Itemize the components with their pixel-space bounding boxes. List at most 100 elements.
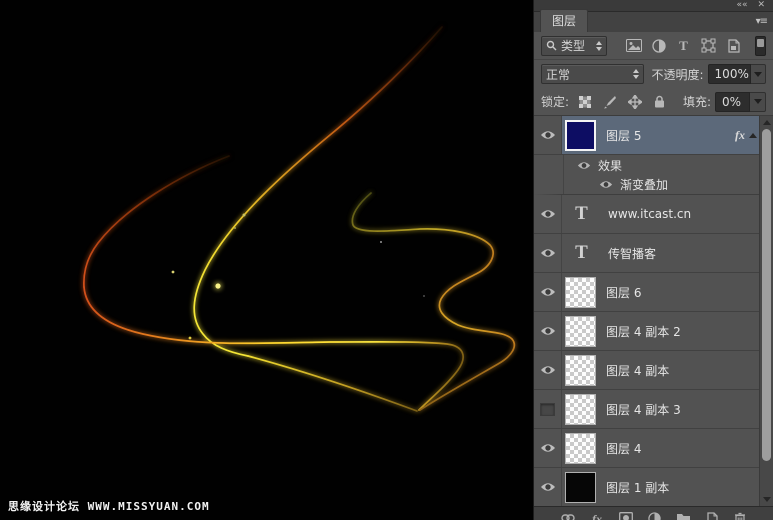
fill-value: 0% bbox=[722, 95, 741, 109]
scroll-down-icon[interactable] bbox=[763, 497, 771, 502]
opacity-input[interactable]: 100% bbox=[708, 64, 751, 84]
filter-type-layers-icon[interactable]: T bbox=[673, 36, 694, 56]
filter-switch-toggle[interactable] bbox=[755, 36, 766, 56]
visibility-toggle[interactable] bbox=[534, 273, 562, 311]
visibility-toggle[interactable] bbox=[534, 116, 562, 154]
new-layer-icon[interactable] bbox=[706, 512, 719, 520]
layer-name[interactable]: 图层 4 副本 bbox=[606, 362, 669, 379]
visibility-toggle[interactable] bbox=[534, 195, 562, 233]
effects-visibility-toggle[interactable] bbox=[577, 161, 591, 170]
layers-panel-bottom-bar: fx bbox=[534, 506, 773, 520]
text-layer-thumbnail[interactable]: T bbox=[565, 203, 598, 225]
eye-icon bbox=[540, 287, 556, 297]
chevron-updown-icon bbox=[627, 69, 639, 79]
lock-all-padlock-icon[interactable] bbox=[649, 92, 670, 112]
filter-type-label: 类型 bbox=[561, 37, 585, 54]
svg-text:T: T bbox=[679, 39, 688, 52]
collapse-panel-icon[interactable]: «« bbox=[736, 1, 747, 10]
chevron-updown-icon bbox=[590, 41, 602, 51]
layers-list: 图层 5 fx 效果 渐变叠加 bbox=[534, 116, 773, 506]
collapse-effects-icon[interactable] bbox=[749, 133, 757, 138]
add-layer-style-icon[interactable]: fx bbox=[590, 512, 604, 520]
eye-icon bbox=[577, 161, 591, 170]
photoshop-window: 思缘设计论坛 WWW.MISSYUAN.COM «« ✕ 图层 ▾≡ 类型 bbox=[0, 0, 773, 520]
layer-name[interactable]: 图层 1 副本 bbox=[606, 479, 669, 496]
layer-row-itcast[interactable]: T www.itcast.cn bbox=[534, 195, 773, 234]
layer-row-layer5[interactable]: 图层 5 fx bbox=[534, 116, 773, 155]
lock-pixels-brush-icon[interactable] bbox=[599, 92, 620, 112]
visibility-toggle-off[interactable] bbox=[534, 390, 562, 428]
layer-row-layer4[interactable]: 图层 4 bbox=[534, 429, 773, 468]
close-panel-icon[interactable]: ✕ bbox=[757, 1, 765, 10]
opacity-dropdown-button[interactable] bbox=[751, 64, 766, 84]
layer-thumbnail[interactable] bbox=[565, 120, 596, 151]
filter-adjustment-layers-icon[interactable] bbox=[648, 36, 669, 56]
svg-text:fx: fx bbox=[592, 512, 602, 520]
fill-dropdown-button[interactable] bbox=[750, 92, 766, 112]
fill-input[interactable]: 0% bbox=[715, 92, 750, 112]
light-painting-artwork bbox=[0, 0, 533, 520]
layer-row-layer6[interactable]: 图层 6 bbox=[534, 273, 773, 312]
visibility-toggle[interactable] bbox=[534, 429, 562, 467]
layer-thumbnail[interactable] bbox=[565, 316, 596, 347]
tab-layers[interactable]: 图层 bbox=[540, 9, 588, 32]
text-layer-thumbnail[interactable]: T bbox=[565, 242, 598, 264]
layer-row-layer4copy3[interactable]: 图层 4 副本 3 bbox=[534, 390, 773, 429]
add-layer-mask-icon[interactable] bbox=[619, 512, 633, 520]
eye-icon bbox=[540, 248, 556, 258]
layer-row-chuanzhi[interactable]: T 传智播客 bbox=[534, 234, 773, 273]
layer-thumbnail[interactable] bbox=[565, 394, 596, 425]
panel-menu-icon[interactable]: ▾≡ bbox=[756, 16, 767, 27]
effects-header-label: 效果 bbox=[598, 157, 622, 174]
opacity-label: 不透明度: bbox=[652, 66, 704, 83]
visibility-toggle[interactable] bbox=[534, 234, 562, 272]
lock-position-move-icon[interactable] bbox=[624, 92, 645, 112]
eye-icon bbox=[540, 130, 556, 140]
layer-name[interactable]: www.itcast.cn bbox=[608, 207, 691, 221]
new-group-folder-icon[interactable] bbox=[676, 512, 691, 520]
layer-name[interactable]: 传智播客 bbox=[608, 245, 656, 262]
layer-thumbnail[interactable] bbox=[565, 355, 596, 386]
watermark-site: 思缘设计论坛 bbox=[8, 500, 80, 513]
layer-row-layer4copy2[interactable]: 图层 4 副本 2 bbox=[534, 312, 773, 351]
effect-visibility-toggle[interactable] bbox=[599, 180, 613, 189]
layer-name[interactable]: 图层 4 副本 2 bbox=[606, 323, 681, 340]
lock-transparency-icon[interactable] bbox=[574, 92, 595, 112]
effects-header-row[interactable]: 效果 bbox=[534, 155, 773, 175]
layer-name[interactable]: 图层 5 bbox=[606, 127, 641, 144]
light-streak-main-swoosh bbox=[194, 27, 442, 356]
eye-icon bbox=[599, 180, 613, 189]
light-streak-right-wave bbox=[352, 193, 514, 410]
blend-mode-select[interactable]: 正常 bbox=[541, 64, 644, 84]
scroll-up-icon[interactable] bbox=[763, 120, 771, 125]
layer-filter-bar: 类型 T bbox=[534, 32, 773, 60]
effect-item-row[interactable]: 渐变叠加 bbox=[534, 175, 773, 195]
layer-thumbnail[interactable] bbox=[565, 277, 596, 308]
layer-name[interactable]: 图层 4 副本 3 bbox=[606, 401, 681, 418]
filter-type-dropdown[interactable]: 类型 bbox=[541, 36, 607, 56]
vertical-scrollbar[interactable] bbox=[759, 116, 773, 506]
layer-row-layer4copy[interactable]: 图层 4 副本 bbox=[534, 351, 773, 390]
visibility-toggle[interactable] bbox=[534, 351, 562, 389]
visibility-toggle[interactable] bbox=[534, 312, 562, 350]
layer-name[interactable]: 图层 4 bbox=[606, 440, 641, 457]
eye-icon bbox=[540, 209, 556, 219]
filter-pixel-layers-icon[interactable] bbox=[623, 36, 644, 56]
layer-thumbnail[interactable] bbox=[565, 433, 596, 464]
filter-shape-layers-icon[interactable] bbox=[698, 36, 719, 56]
layer-name[interactable]: 图层 6 bbox=[606, 284, 641, 301]
watermark: 思缘设计论坛 WWW.MISSYUAN.COM bbox=[8, 498, 210, 514]
delete-layer-trash-icon[interactable] bbox=[734, 512, 746, 520]
document-canvas[interactable]: 思缘设计论坛 WWW.MISSYUAN.COM bbox=[0, 0, 533, 520]
link-layers-icon[interactable] bbox=[561, 512, 575, 520]
visibility-toggle[interactable] bbox=[534, 468, 562, 506]
eye-icon bbox=[540, 365, 556, 375]
filter-smart-objects-icon[interactable] bbox=[723, 36, 744, 56]
fx-badge[interactable]: fx bbox=[735, 128, 745, 143]
layer-thumbnail[interactable] bbox=[565, 472, 596, 503]
scrollbar-thumb[interactable] bbox=[762, 129, 771, 461]
layer-row-layer1copy[interactable]: 图层 1 副本 bbox=[534, 468, 773, 506]
new-adjustment-layer-icon[interactable] bbox=[648, 512, 661, 520]
eye-icon bbox=[540, 482, 556, 492]
watermark-url: WWW.MISSYUAN.COM bbox=[88, 500, 210, 513]
